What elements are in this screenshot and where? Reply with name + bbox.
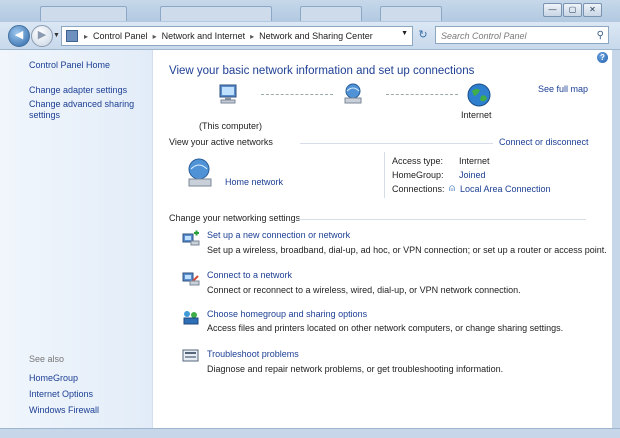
map-internet-label: Internet [461, 110, 492, 120]
troubleshoot-problems-link[interactable]: Troubleshoot problems [207, 349, 299, 359]
change-settings-title: Change your networking settings [169, 213, 301, 223]
page-title: View your basic network information and … [169, 65, 475, 77]
homegroup-sharing-options-desc: Access files and printers located on oth… [207, 323, 564, 333]
access-type-label: Access type: [392, 156, 444, 166]
connect-network-icon [182, 272, 200, 286]
map-this-computer-label: (This computer) [199, 121, 263, 131]
see-also-homegroup[interactable]: HomeGroup [29, 373, 78, 383]
search-icon[interactable]: ⚲ [597, 27, 604, 45]
control-panel-icon [66, 30, 78, 42]
breadcrumb-separator[interactable]: ▸ [151, 32, 159, 41]
homegroup-icon [183, 311, 199, 325]
window-border [612, 50, 620, 428]
map-connection-line [261, 94, 333, 96]
search-input[interactable]: Search Control Panel ⚲ [435, 26, 609, 44]
sidebar-change-adapter-settings[interactable]: Change adapter settings [29, 85, 127, 95]
see-full-map-link[interactable]: See full map [538, 84, 588, 94]
back-button[interactable]: ◀ [8, 25, 30, 47]
vertical-divider [384, 152, 385, 198]
help-icon[interactable]: ? [597, 52, 608, 63]
search-placeholder: Search Control Panel [441, 31, 527, 41]
troubleshoot-problems-desc: Diagnose and repair network problems, or… [207, 364, 504, 374]
maximize-button[interactable]: ▢ [563, 3, 582, 17]
network-bench-icon [188, 158, 212, 187]
breadcrumb-control-panel[interactable]: Control Panel [90, 31, 151, 41]
homegroup-joined-link[interactable]: Joined [459, 170, 486, 180]
title-bar: — ▢ ✕ [0, 0, 620, 22]
connect-to-network-desc: Connect or reconnect to a wireless, wire… [207, 285, 521, 295]
close-button[interactable]: ✕ [583, 3, 602, 17]
address-bar[interactable]: ▸ Control Panel ▸ Network and Internet ▸… [61, 26, 413, 46]
plug-icon: ⍝ [449, 183, 455, 194]
sidebar-control-panel-home[interactable]: Control Panel Home [29, 60, 110, 70]
setup-new-connection-desc: Set up a wireless, broadband, dial-up, a… [207, 245, 607, 255]
address-dropdown[interactable]: ▼ [401, 30, 408, 37]
homegroup-sharing-options-link[interactable]: Choose homegroup and sharing options [207, 309, 367, 319]
background-tab [380, 6, 442, 21]
forward-button[interactable]: ▶ [31, 25, 53, 47]
breadcrumb-network-internet[interactable]: Network and Internet [159, 31, 249, 41]
refresh-icon: ↻ [418, 29, 428, 41]
background-tab [40, 6, 127, 21]
see-also-windows-firewall[interactable]: Windows Firewall [29, 405, 99, 415]
connect-or-disconnect-link[interactable]: Connect or disconnect [499, 137, 589, 147]
troubleshoot-icon [182, 349, 199, 362]
computer-icon [219, 84, 237, 104]
section-divider [298, 219, 586, 220]
breadcrumb-separator[interactable]: ▸ [248, 32, 256, 41]
connections-label: Connections: [392, 184, 445, 194]
sidebar-tasks: Change adapter settings Change advanced … [29, 85, 144, 124]
setup-new-connection-link[interactable]: Set up a new connection or network [207, 230, 350, 240]
see-also-links: HomeGroup Internet Options Windows Firew… [29, 370, 99, 418]
minimize-button[interactable]: — [543, 3, 562, 17]
see-also-internet-options[interactable]: Internet Options [29, 389, 93, 399]
home-network-link[interactable]: Home network [225, 177, 283, 187]
recent-pages-dropdown[interactable]: ▼ [53, 32, 60, 39]
navigation-bar: ◀ ▶ ▼ ▸ Control Panel ▸ Network and Inte… [0, 22, 620, 50]
homegroup-label: HomeGroup: [392, 170, 444, 180]
section-divider [300, 143, 493, 144]
background-tab [300, 6, 362, 21]
background-tab [160, 6, 272, 21]
back-arrow-icon: ◀ [14, 29, 24, 41]
sidebar-change-advanced-sharing[interactable]: Change advanced sharing settings [29, 99, 134, 121]
forward-arrow-icon: ▶ [37, 29, 47, 41]
sidebar: Control Panel Home Change adapter settin… [0, 50, 153, 428]
see-also-label: See also [29, 354, 65, 364]
active-networks-title: View your active networks [169, 137, 273, 147]
breadcrumb-sharing-center[interactable]: Network and Sharing Center [256, 31, 376, 41]
globe-icon [467, 83, 491, 107]
local-area-connection-link[interactable]: Local Area Connection [460, 184, 551, 194]
connect-to-network-link[interactable]: Connect to a network [207, 270, 292, 280]
network-icon [344, 83, 362, 104]
access-type-value: Internet [459, 156, 490, 166]
map-connection-line [386, 94, 458, 96]
refresh-button[interactable]: ↻ [415, 28, 431, 42]
connection-setup-icon [182, 230, 200, 246]
breadcrumb-separator[interactable]: ▸ [82, 32, 90, 41]
